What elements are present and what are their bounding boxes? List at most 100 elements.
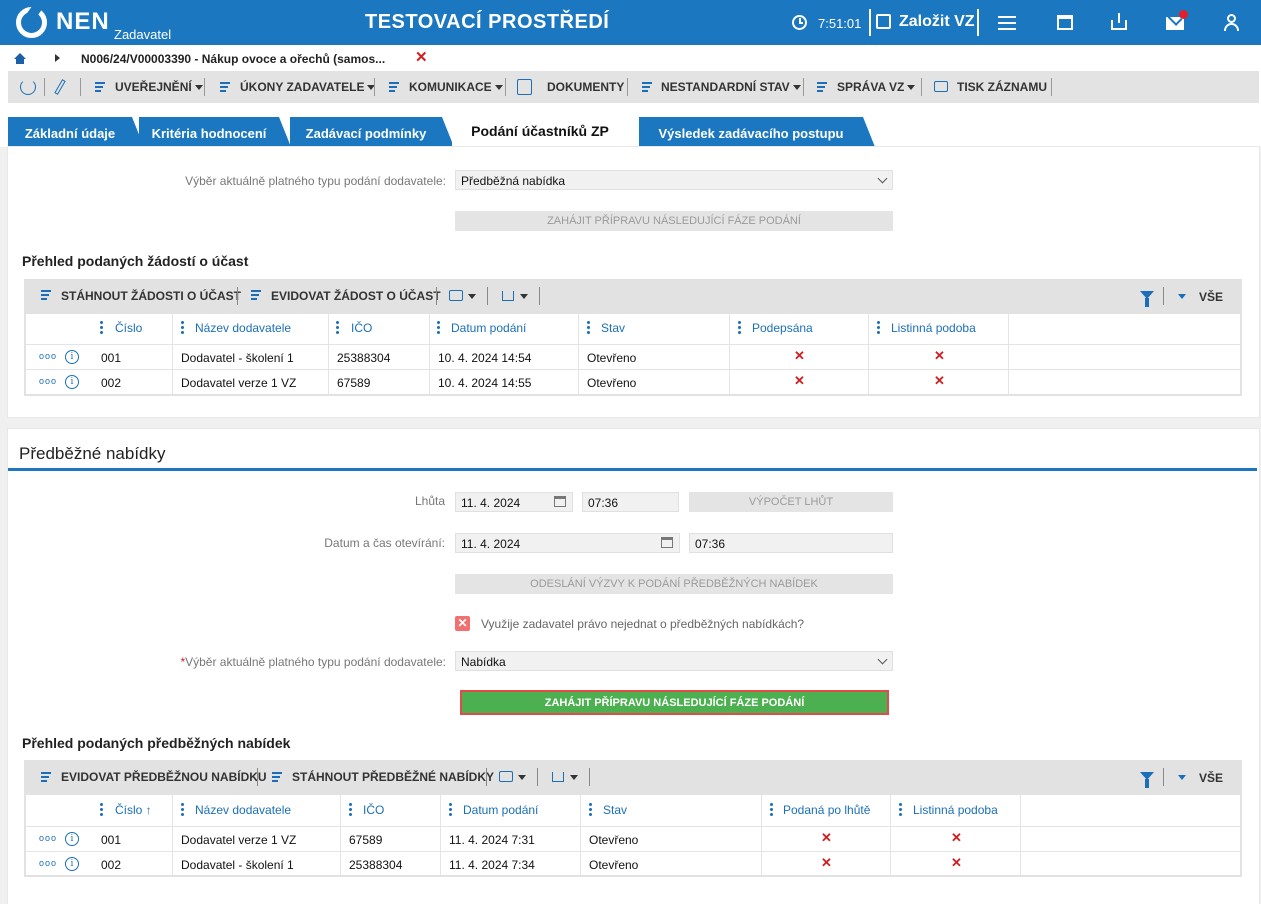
column-menu-icon[interactable] — [349, 803, 352, 816]
cell-datum: 10. 4. 2024 14:55 — [438, 376, 532, 390]
print-icon[interactable] — [499, 771, 513, 782]
column-header[interactable]: Stav — [601, 321, 625, 335]
filter-all[interactable]: VŠE — [1199, 290, 1223, 304]
column-menu-icon[interactable] — [770, 803, 773, 816]
checkbox-cross-icon[interactable]: ✕ — [455, 616, 470, 631]
tab-vysledek-zadavaciho-postupu[interactable]: Výsledek zadávacího postupu — [639, 117, 875, 147]
start-next-phase-button[interactable]: ZAHÁJIT PŘÍPRAVU NÁSLEDUJÍCÍ FÁZE PODÁNÍ — [460, 690, 889, 715]
caret-down-icon[interactable] — [520, 294, 528, 299]
caret-down-icon[interactable] — [570, 775, 578, 780]
column-header[interactable]: Podepsána — [752, 321, 813, 335]
breadcrumb-current[interactable]: N006/24/V00003390 - Nákup ovoce a ořechů… — [81, 52, 385, 66]
toolbar-tisk-zaznamu[interactable]: TISK ZÁZNAMU — [957, 80, 1047, 94]
info-icon[interactable]: i — [65, 350, 79, 364]
column-header[interactable]: Listinná podoba — [913, 803, 998, 817]
filter-all[interactable]: VŠE — [1199, 771, 1223, 785]
print-icon[interactable] — [449, 290, 463, 301]
export-icon[interactable] — [552, 772, 564, 782]
column-menu-icon[interactable] — [336, 321, 339, 334]
caret-down-icon[interactable] — [468, 294, 476, 299]
cell-ico: 67589 — [349, 833, 383, 847]
column-header[interactable]: Název dodavatele — [195, 803, 291, 817]
edit-icon[interactable] — [876, 14, 891, 29]
column-menu-icon[interactable] — [899, 803, 902, 816]
column-header[interactable]: Listinná podoba — [891, 321, 976, 335]
column-menu-icon[interactable] — [738, 321, 741, 334]
deadline-time-input[interactable]: 07:36 — [582, 492, 679, 512]
cell-nazev: Dodavatel verze 1 VZ — [181, 376, 297, 390]
column-header[interactable]: Název dodavatele — [195, 321, 291, 335]
column-header[interactable]: Číslo — [115, 321, 142, 335]
column-menu-icon[interactable] — [449, 803, 452, 816]
divider — [1163, 768, 1164, 786]
divider — [487, 287, 488, 305]
column-divider — [340, 795, 341, 877]
column-header[interactable]: IČO — [351, 321, 372, 335]
column-menu-icon[interactable] — [181, 803, 184, 816]
record-offer-button[interactable]: EVIDOVAT PŘEDBĚŽNOU NABÍDKU — [61, 770, 267, 784]
divider — [204, 78, 205, 96]
toolbar-dokumenty[interactable]: DOKUMENTY — [547, 80, 624, 94]
menu-icon[interactable] — [997, 12, 1019, 34]
home-icon[interactable] — [14, 53, 26, 64]
column-header[interactable]: IČO — [363, 803, 384, 817]
logo-text[interactable]: NEN — [56, 8, 110, 36]
column-header[interactable]: Datum podání — [463, 803, 538, 817]
caret-down-icon[interactable] — [1178, 775, 1186, 780]
new-vz-button[interactable]: Založit VZ — [899, 13, 975, 31]
type-select[interactable]: Nabídka — [455, 651, 893, 671]
list-icon — [642, 82, 656, 94]
tab-podani-ucastniku[interactable]: Podání účastníků ZP — [452, 117, 640, 147]
tab-kriteria-hodnoceni[interactable]: Kritéria hodnocení — [139, 117, 291, 147]
user-icon[interactable] — [1221, 12, 1243, 34]
filter-icon[interactable] — [1140, 291, 1154, 307]
tab-zadavaci-podminky[interactable]: Zadávací podmínky — [290, 117, 454, 147]
column-header[interactable]: Datum podání — [451, 321, 526, 335]
tab-zakladni-udaje[interactable]: Základní údaje — [8, 117, 144, 147]
caret-down-icon[interactable] — [518, 775, 526, 780]
column-menu-icon[interactable] — [877, 321, 880, 334]
info-icon[interactable]: i — [65, 832, 79, 846]
nen-logo-icon[interactable] — [16, 7, 47, 38]
toolbar-uverejneni[interactable]: UVEŘEJNĚNÍ — [115, 80, 203, 94]
info-icon[interactable]: i — [65, 857, 79, 871]
cell-ico: 67589 — [337, 376, 371, 390]
row-actions-icon[interactable]: ooo — [39, 351, 57, 361]
toolbar-komunikace[interactable]: KOMUNIKACE — [409, 80, 503, 94]
close-icon[interactable]: ✕ — [415, 48, 428, 66]
calendar-icon[interactable] — [1055, 12, 1077, 34]
row-actions-icon[interactable]: ooo — [39, 858, 57, 868]
column-menu-icon[interactable] — [100, 803, 103, 816]
download-requests-button[interactable]: STÁHNOUT ŽÁDOSTI O ÚČAST — [61, 289, 241, 303]
column-header[interactable]: Stav — [603, 803, 627, 817]
column-divider — [1008, 314, 1009, 396]
opening-date-input[interactable]: 11. 4. 2024 — [455, 533, 680, 553]
type-select[interactable]: Předběžná nabídka — [455, 170, 893, 190]
column-menu-icon[interactable] — [181, 321, 184, 334]
column-menu-icon[interactable] — [587, 321, 590, 334]
toolbar-ukony-zadavatele[interactable]: ÚKONY ZADAVATELE — [240, 80, 376, 94]
app-header: NEN Zadavatel TESTOVACÍ PROSTŘEDÍ 7:51:0… — [0, 0, 1261, 45]
opening-time-input[interactable]: 07:36 — [689, 533, 893, 553]
column-menu-icon[interactable] — [589, 803, 592, 816]
info-icon[interactable]: i — [65, 375, 79, 389]
caret-down-icon[interactable] — [1178, 294, 1186, 299]
row-actions-icon[interactable]: ooo — [39, 376, 57, 386]
export-icon[interactable] — [502, 291, 514, 301]
cross-icon: ✕ — [794, 348, 805, 363]
toolbar-nestandardni-stav[interactable]: NESTANDARDNÍ STAV — [661, 80, 801, 94]
column-header[interactable]: Podaná po lhůtě — [783, 803, 870, 817]
download-offers-button[interactable]: STÁHNOUT PŘEDBĚŽNÉ NABÍDKY — [292, 770, 494, 784]
column-header[interactable]: Číslo ↑ — [115, 803, 152, 817]
cell-ico: 25388304 — [349, 858, 403, 872]
filter-icon[interactable] — [1140, 772, 1154, 788]
column-menu-icon[interactable] — [100, 321, 103, 334]
refresh-icon[interactable] — [20, 79, 36, 95]
calendar-icon[interactable] — [554, 496, 566, 507]
row-actions-icon[interactable]: ooo — [39, 833, 57, 843]
calendar-icon[interactable] — [661, 537, 673, 548]
column-menu-icon[interactable] — [437, 321, 440, 334]
record-request-button[interactable]: EVIDOVAT ŽÁDOST O ÚČAST — [271, 289, 441, 303]
toolbar-sprava-vz[interactable]: SPRÁVA VZ — [837, 80, 916, 94]
inbox-download-icon[interactable] — [1109, 12, 1131, 34]
